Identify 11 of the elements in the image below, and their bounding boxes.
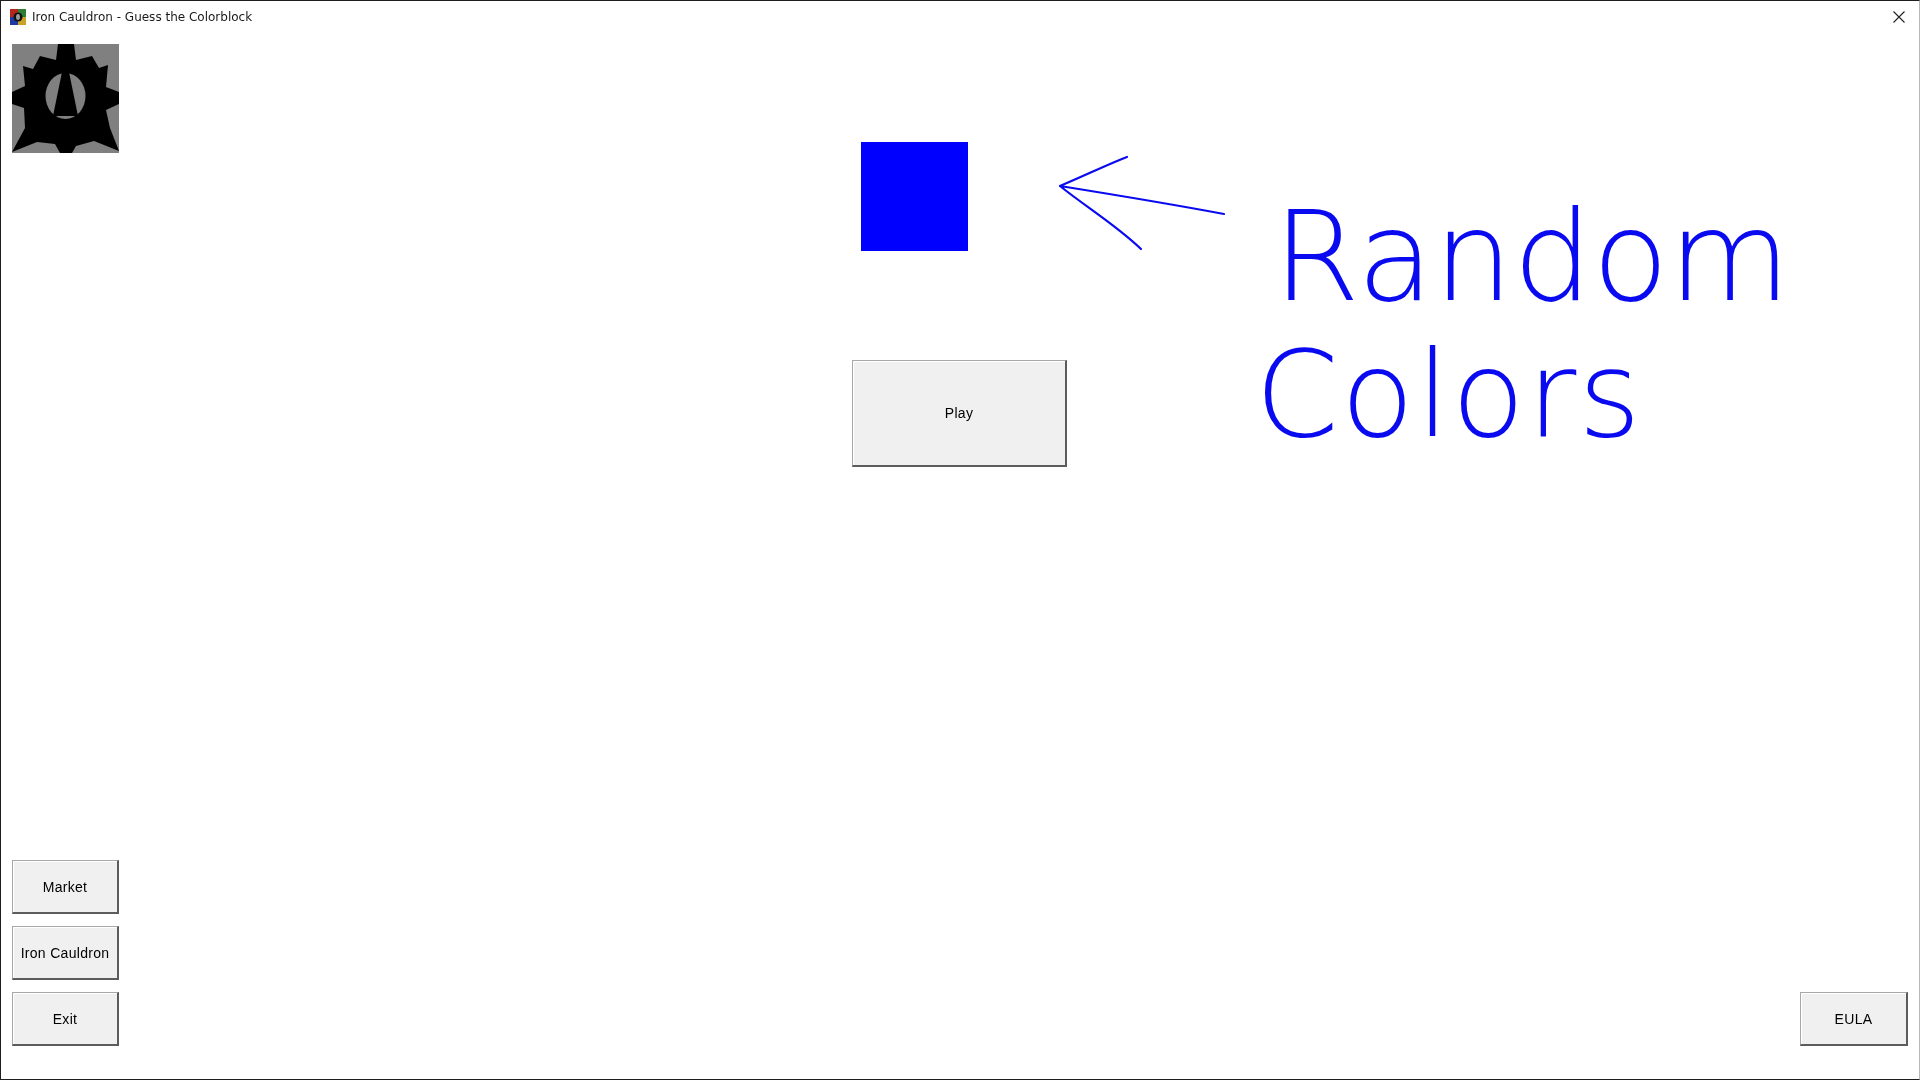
eula-button[interactable]: EULA: [1800, 992, 1908, 1046]
window-title: Iron Cauldron - Guess the Colorblock: [32, 9, 253, 24]
handwritten-note: Colors: [1255, 335, 1643, 455]
side-button[interactable]: Exit: [12, 992, 119, 1046]
side-button[interactable]: Iron Cauldron: [12, 926, 119, 980]
gear-logo-icon: [12, 44, 119, 153]
handwritten-note: Random: [1273, 194, 1791, 319]
side-button[interactable]: Market: [12, 860, 119, 914]
app-icon: [10, 8, 26, 25]
close-icon: [1893, 10, 1905, 23]
play-button[interactable]: Play: [852, 360, 1067, 467]
